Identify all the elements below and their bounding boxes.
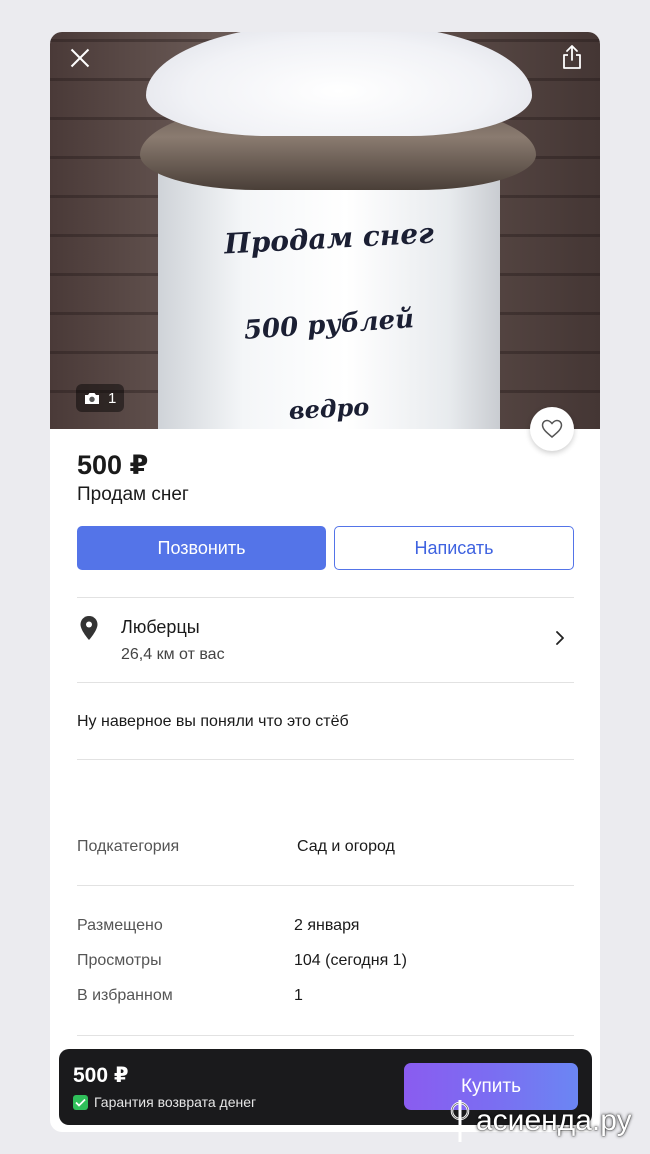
location-pin-icon bbox=[80, 616, 98, 640]
location-city: Люберцы bbox=[121, 617, 200, 637]
divider bbox=[77, 597, 574, 598]
listing-price: 500 ₽ bbox=[77, 450, 149, 480]
chevron-right-icon bbox=[556, 631, 564, 645]
snow-image bbox=[146, 32, 532, 136]
location-distance: 26,4 км от вас bbox=[121, 646, 225, 663]
call-button[interactable]: Позвонить bbox=[77, 526, 326, 570]
guarantee-text: Гарантия возврата денег bbox=[94, 1094, 257, 1110]
share-icon[interactable] bbox=[560, 44, 584, 70]
heart-icon bbox=[541, 419, 563, 438]
close-icon[interactable] bbox=[66, 44, 94, 72]
photo-count-badge: 1 bbox=[76, 384, 125, 412]
camera-icon bbox=[85, 392, 99, 404]
divider bbox=[77, 1035, 574, 1036]
divider bbox=[77, 759, 574, 760]
watermark-text: асиенда.ру bbox=[476, 1104, 632, 1137]
favorites-value: 1 bbox=[294, 987, 303, 1004]
views-value: 104 (сегодня 1) bbox=[294, 952, 407, 969]
listing-photo[interactable]: Продам снег 500 рублей ведро 1 bbox=[50, 32, 600, 429]
check-icon bbox=[73, 1094, 88, 1110]
views-label: Просмотры bbox=[77, 952, 162, 969]
subcategory-label: Подкатегория bbox=[77, 838, 180, 855]
favorite-button[interactable] bbox=[530, 407, 574, 451]
subcategory-value: Сад и огород bbox=[297, 838, 395, 855]
write-button[interactable]: Написать bbox=[334, 526, 574, 570]
buy-bar-price: 500 ₽ bbox=[73, 1064, 129, 1087]
watermark-logo bbox=[450, 1100, 470, 1142]
posted-label: Размещено bbox=[77, 917, 163, 934]
posted-value: 2 января bbox=[294, 917, 360, 934]
favorites-label: В избранном bbox=[77, 987, 173, 1004]
listing-description: Ну наверное вы поняли что это стёб bbox=[77, 713, 349, 730]
photo-count: 1 bbox=[108, 389, 117, 407]
divider bbox=[77, 885, 574, 886]
listing-card: Продам снег 500 рублей ведро 1 500 ₽ Про… bbox=[50, 32, 600, 1132]
money-back-guarantee: Гарантия возврата денег bbox=[73, 1094, 256, 1110]
watermark: асиенда.ру bbox=[448, 1098, 632, 1144]
divider bbox=[77, 682, 574, 683]
listing-title: Продам снег bbox=[77, 484, 189, 505]
